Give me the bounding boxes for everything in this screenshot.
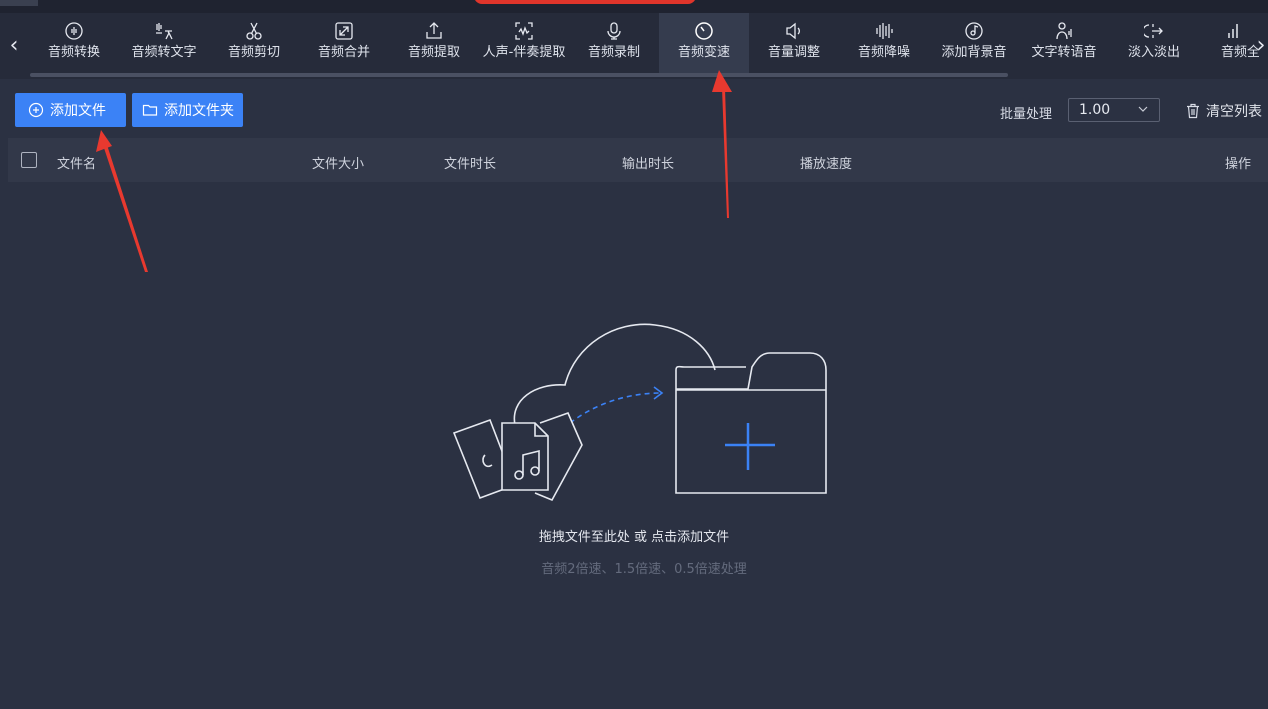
tool-label: 音频录制 bbox=[587, 45, 640, 60]
window-top-strip bbox=[0, 0, 1268, 13]
batch-speed-select[interactable]: 1.00 bbox=[1068, 98, 1160, 122]
add-folder-label: 添加文件夹 bbox=[164, 103, 234, 119]
tool-label: 音量调整 bbox=[767, 45, 820, 60]
tool-fade-in-out[interactable]: 淡入淡出 bbox=[1109, 13, 1199, 73]
empty-state-hint: 音频2倍速、1.5倍速、0.5倍速处理 bbox=[541, 562, 747, 577]
file-table-header: 文件名 文件大小 文件时长 输出时长 播放速度 操作 bbox=[8, 138, 1268, 182]
music-file-icon bbox=[452, 411, 583, 502]
red-highlight-badge bbox=[474, 0, 696, 4]
column-file-duration[interactable]: 文件时长 bbox=[444, 153, 496, 172]
tool-label: 音频提取 bbox=[407, 45, 460, 60]
plus-circle-icon bbox=[28, 102, 44, 118]
column-playback-speed[interactable]: 播放速度 bbox=[800, 153, 852, 172]
clear-list-button[interactable]: 清空列表 bbox=[1186, 101, 1262, 121]
volume-icon bbox=[786, 22, 800, 40]
add-file-label: 添加文件 bbox=[50, 103, 106, 119]
trash-icon bbox=[1187, 103, 1199, 119]
microphone-icon bbox=[607, 22, 621, 40]
tool-vocal-extract[interactable]: 人声-伴奏提取 bbox=[479, 13, 569, 73]
batch-speed-value: 1.00 bbox=[1079, 102, 1111, 118]
tool-nav-scrollbar[interactable] bbox=[30, 73, 1008, 77]
text-to-speech-icon bbox=[1056, 22, 1072, 40]
tool-audio-record[interactable]: 音频录制 bbox=[569, 13, 659, 73]
column-file-size[interactable]: 文件大小 bbox=[312, 153, 364, 172]
tool-noise-reduction[interactable]: 音频降噪 bbox=[839, 13, 929, 73]
chevron-down-icon bbox=[1138, 106, 1148, 112]
cloud-icon bbox=[513, 323, 716, 426]
tool-label: 音频转文字 bbox=[131, 45, 197, 60]
folder-icon bbox=[142, 104, 158, 116]
empty-drop-illustration[interactable] bbox=[440, 315, 840, 515]
extract-icon bbox=[426, 22, 442, 39]
speedometer-icon bbox=[695, 22, 713, 40]
noise-reduction-icon bbox=[876, 23, 893, 39]
batch-process-label: 批量处理 bbox=[1000, 107, 1053, 122]
tool-audio-cut[interactable]: 音频剪切 bbox=[209, 13, 299, 73]
background-music-icon bbox=[965, 22, 983, 40]
scissors-icon bbox=[246, 22, 262, 40]
tool-label: 文字转语音 bbox=[1031, 45, 1097, 60]
tool-text-to-speech[interactable]: 文字转语音 bbox=[1019, 13, 1109, 73]
tool-label: 音频剪切 bbox=[227, 45, 280, 60]
column-output-duration[interactable]: 输出时长 bbox=[622, 153, 674, 172]
tool-label: 音频合并 bbox=[317, 45, 370, 60]
audio-bars-icon bbox=[1228, 24, 1238, 38]
tool-background-music[interactable]: 添加背景音 bbox=[929, 13, 1019, 73]
tool-label: 淡入淡出 bbox=[1127, 45, 1180, 60]
add-file-button[interactable]: 添加文件 bbox=[15, 93, 126, 127]
add-folder-button[interactable]: 添加文件夹 bbox=[132, 93, 243, 127]
tool-audio-merge[interactable]: 音频合并 bbox=[299, 13, 389, 73]
folder-plus-icon bbox=[675, 352, 827, 494]
column-operations: 操作 bbox=[1225, 157, 1252, 172]
fade-icon bbox=[1144, 24, 1163, 38]
tool-label: 添加背景音 bbox=[941, 45, 1007, 60]
empty-state-text: 拖拽文件至此处 或 点击添加文件 bbox=[538, 530, 730, 545]
vocal-extract-icon bbox=[515, 22, 533, 40]
tool-list: 音频转换 音频转文字 音频剪切 音频合并 音频提取 人声-伴奏提取 音频录制 音… bbox=[29, 13, 1259, 79]
app-logo-fragment bbox=[0, 0, 38, 6]
tool-label: 音频转换 bbox=[47, 45, 100, 60]
tool-audio-speed[interactable]: 音频变速 bbox=[659, 13, 749, 73]
dashed-arrow-icon bbox=[569, 392, 661, 424]
tool-audio-extract[interactable]: 音频提取 bbox=[389, 13, 479, 73]
tool-volume-adjust[interactable]: 音量调整 bbox=[749, 13, 839, 73]
tool-navigation-bar: ‹ 音频转换 音频转文字 音频剪切 音频合并 音频提取 人声-伴奏提取 音频录制… bbox=[0, 13, 1268, 79]
audio-convert-icon bbox=[65, 22, 83, 40]
chevron-right-icon[interactable]: › bbox=[1250, 31, 1268, 59]
tool-audio-convert[interactable]: 音频转换 bbox=[29, 13, 119, 73]
select-all-checkbox[interactable] bbox=[21, 152, 37, 168]
column-file-name[interactable]: 文件名 bbox=[57, 153, 96, 172]
tool-label: 人声-伴奏提取 bbox=[482, 45, 566, 60]
chevron-left-icon[interactable]: ‹ bbox=[3, 31, 25, 59]
merge-icon bbox=[335, 22, 353, 40]
tool-label: 音频变速 bbox=[677, 45, 730, 60]
speech-to-text-icon bbox=[156, 23, 173, 40]
tool-speech-to-text[interactable]: 音频转文字 bbox=[119, 13, 209, 73]
clear-list-label: 清空列表 bbox=[1206, 104, 1262, 120]
tool-label: 音频降噪 bbox=[857, 45, 910, 60]
